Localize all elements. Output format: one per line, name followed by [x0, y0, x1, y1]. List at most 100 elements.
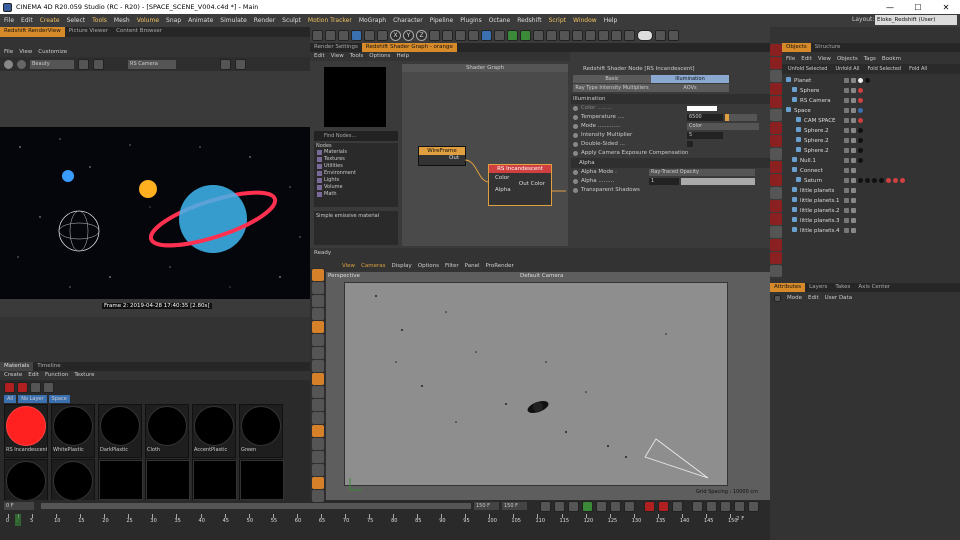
vp-menu-cameras[interactable]: Cameras: [361, 262, 385, 271]
mode-param[interactable]: Mode ............. Color: [571, 122, 770, 131]
fold-all-button[interactable]: Fold All: [909, 66, 927, 72]
next-frame-icon[interactable]: [596, 500, 607, 512]
viewport-tool-icon[interactable]: [312, 399, 324, 411]
viewport-tool-icon[interactable]: [312, 347, 324, 359]
side-tool-icon[interactable]: [770, 96, 782, 108]
max-frame-field[interactable]: 150 F: [502, 502, 527, 510]
side-tool-icon[interactable]: [770, 148, 782, 160]
visibility-dot-icon[interactable]: [851, 128, 856, 133]
redshift-material-icon[interactable]: [17, 381, 28, 393]
object-flags[interactable]: [844, 88, 863, 93]
visibility-dot-icon[interactable]: [851, 178, 856, 183]
side-tool-icon[interactable]: [770, 239, 782, 251]
object-flags[interactable]: [844, 118, 863, 123]
side-tool-icon[interactable]: [770, 174, 782, 186]
alpha-mode-param[interactable]: Alpha Mode . Ray-Traced Opacity: [571, 168, 770, 177]
attr-menu-user-data[interactable]: User Data: [825, 294, 852, 303]
object-flags[interactable]: [844, 138, 863, 143]
rotate-key-icon[interactable]: [706, 500, 717, 512]
rs-light-icon[interactable]: [611, 29, 622, 41]
menu-motion-tracker[interactable]: Motion Tracker: [308, 17, 352, 24]
tag-icon[interactable]: [865, 78, 870, 83]
object-row[interactable]: little planets.2: [782, 206, 960, 216]
menu-render[interactable]: Render: [254, 17, 275, 24]
viewport-tool-icon[interactable]: [312, 425, 324, 437]
grid-view-icon[interactable]: [30, 381, 41, 393]
menu-sculpt[interactable]: Sculpt: [282, 17, 301, 24]
object-flags[interactable]: [844, 208, 856, 213]
side-tool-icon[interactable]: [770, 109, 782, 121]
y-axis-toggle[interactable]: Y: [403, 29, 414, 41]
object-flags[interactable]: [844, 188, 856, 193]
viewport-tool-icon[interactable]: [312, 282, 324, 294]
frame-range-slider[interactable]: [41, 503, 471, 509]
tag-icon[interactable]: [879, 178, 884, 183]
environment-icon[interactable]: [559, 29, 570, 41]
vp-menu-display[interactable]: Display: [392, 262, 412, 271]
material-swatch[interactable]: WhitePlastic: [51, 404, 95, 458]
visibility-dot-icon[interactable]: [844, 198, 849, 203]
double-sided-param[interactable]: Double-Sided ...: [571, 140, 770, 149]
tag-icon[interactable]: [858, 128, 863, 133]
playhead[interactable]: [14, 514, 21, 526]
snapshot-icon[interactable]: [78, 58, 89, 70]
node-category[interactable]: Utilities: [314, 163, 398, 170]
tag-icon[interactable]: [886, 178, 891, 183]
object-row[interactable]: Null.1: [782, 156, 960, 166]
visibility-dot-icon[interactable]: [844, 88, 849, 93]
tab-takes[interactable]: Takes: [831, 283, 854, 292]
prev-frame-icon[interactable]: [568, 500, 579, 512]
render-picture-icon[interactable]: [455, 29, 466, 41]
compare-icon[interactable]: [93, 58, 104, 70]
object-row[interactable]: Sphere: [782, 86, 960, 96]
menu-plugins[interactable]: Plugins: [460, 17, 482, 24]
visibility-dot-icon[interactable]: [851, 188, 856, 193]
find-nodes-input[interactable]: Find Nodes...: [314, 131, 398, 141]
tag-icon[interactable]: [858, 98, 863, 103]
subdivision-icon[interactable]: [507, 29, 518, 41]
visibility-dot-icon[interactable]: [844, 208, 849, 213]
visibility-dot-icon[interactable]: [844, 98, 849, 103]
tab-ray-type[interactable]: Ray Type Intensity Multipliers: [573, 83, 651, 92]
menu-animate[interactable]: Animate: [188, 17, 213, 24]
vp-menu-options[interactable]: Options: [418, 262, 439, 271]
menu-mograph[interactable]: MoGraph: [359, 17, 386, 24]
viewport-tool-icon[interactable]: [312, 386, 324, 398]
viewport-tool-icon[interactable]: [312, 412, 324, 424]
visibility-dot-icon[interactable]: [851, 168, 856, 173]
move-icon[interactable]: [351, 29, 362, 41]
color-param[interactable]: Color .........: [571, 104, 770, 113]
intensity-param[interactable]: Intensity Multiplier 5: [571, 131, 770, 140]
object-row[interactable]: Connect: [782, 166, 960, 176]
visibility-dot-icon[interactable]: [851, 108, 856, 113]
vp-menu-filter[interactable]: Filter: [445, 262, 459, 271]
side-tool-icon[interactable]: [770, 161, 782, 173]
unfold-all-button[interactable]: Unfold All: [835, 66, 859, 72]
menu-create[interactable]: Create: [40, 17, 60, 24]
pla-key-icon[interactable]: [748, 500, 759, 512]
visibility-dot-icon[interactable]: [851, 198, 856, 203]
menu-character[interactable]: Character: [393, 17, 423, 24]
light-icon[interactable]: [585, 29, 596, 41]
menu-simulate[interactable]: Simulate: [220, 17, 247, 24]
maximize-button[interactable]: ☐: [904, 3, 932, 12]
viewport-tool-icon[interactable]: [312, 308, 324, 320]
sg-menu-tools[interactable]: Tools: [350, 52, 364, 61]
mograph-icon[interactable]: [533, 29, 544, 41]
object-row[interactable]: Sphere.2: [782, 146, 960, 156]
mat-menu-edit[interactable]: Edit: [28, 371, 39, 380]
material-swatch[interactable]: AccentPlastic: [192, 404, 236, 458]
tag-icon[interactable]: [893, 178, 898, 183]
viewport-tool-icon[interactable]: [312, 490, 324, 502]
intensity-field[interactable]: 5: [687, 132, 723, 139]
rotate-icon[interactable]: [377, 29, 388, 41]
menu-octane[interactable]: Octane: [489, 17, 511, 24]
menu-pipeline[interactable]: Pipeline: [430, 17, 453, 24]
object-flags[interactable]: [844, 178, 905, 183]
temperature-param[interactable]: Temperature .... 6500: [571, 113, 770, 122]
menu-script[interactable]: Script: [549, 17, 566, 24]
om-menu-edit[interactable]: Edit: [801, 55, 812, 64]
node-category[interactable]: Lights: [314, 177, 398, 184]
refresh-icon[interactable]: [17, 59, 26, 69]
tag-icon[interactable]: [858, 158, 863, 163]
